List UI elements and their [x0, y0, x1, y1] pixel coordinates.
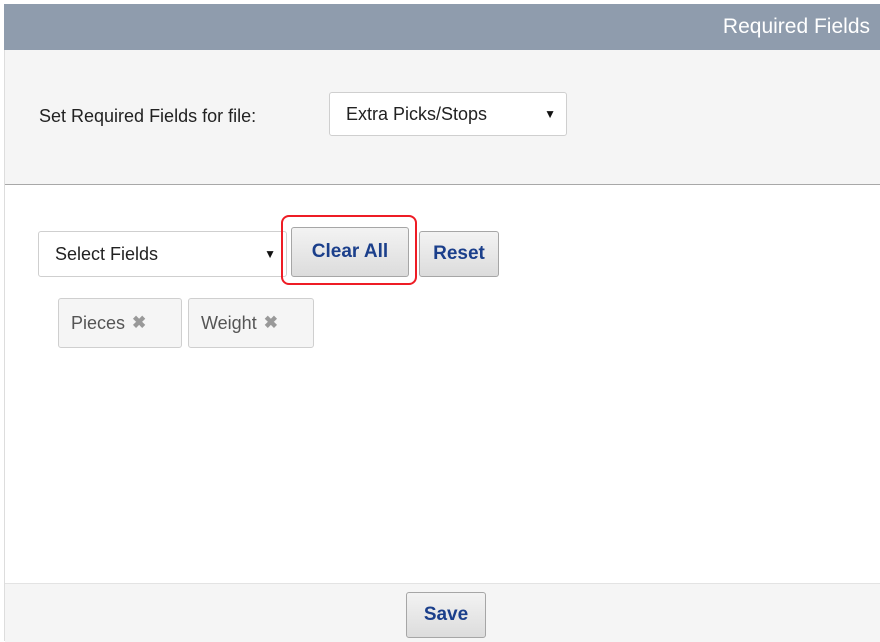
clear-all-button[interactable]: Clear All [291, 227, 409, 277]
field-tag-pieces: Pieces ✖ [58, 298, 182, 348]
footer: Save [5, 583, 880, 642]
fields-select-placeholder: Select Fields [55, 243, 159, 264]
caret-down-icon: ▼ [264, 247, 276, 261]
panel-title: Required Fields [722, 15, 870, 38]
reset-button[interactable]: Reset [419, 231, 499, 277]
fields-section: Select Fields ▼ Clear All Reset Pieces ✖… [5, 185, 880, 581]
field-tag-label: Weight [201, 312, 257, 333]
file-section: Set Required Fields for file: Extra Pick… [5, 50, 880, 185]
file-select-value: Extra Picks/Stops [346, 103, 488, 124]
remove-x-icon[interactable]: ✖ [132, 313, 146, 333]
fields-select[interactable]: Select Fields ▼ [38, 231, 287, 277]
file-select[interactable]: Extra Picks/Stops ▼ [329, 92, 567, 136]
save-button[interactable]: Save [406, 592, 486, 638]
file-label: Set Required Fields for file: [39, 106, 257, 126]
field-tag-label: Pieces [71, 312, 126, 333]
remove-x-icon[interactable]: ✖ [264, 313, 278, 333]
field-tag-weight: Weight ✖ [188, 298, 314, 348]
panel-header: Required Fields [4, 4, 880, 50]
caret-down-icon: ▼ [544, 107, 556, 121]
